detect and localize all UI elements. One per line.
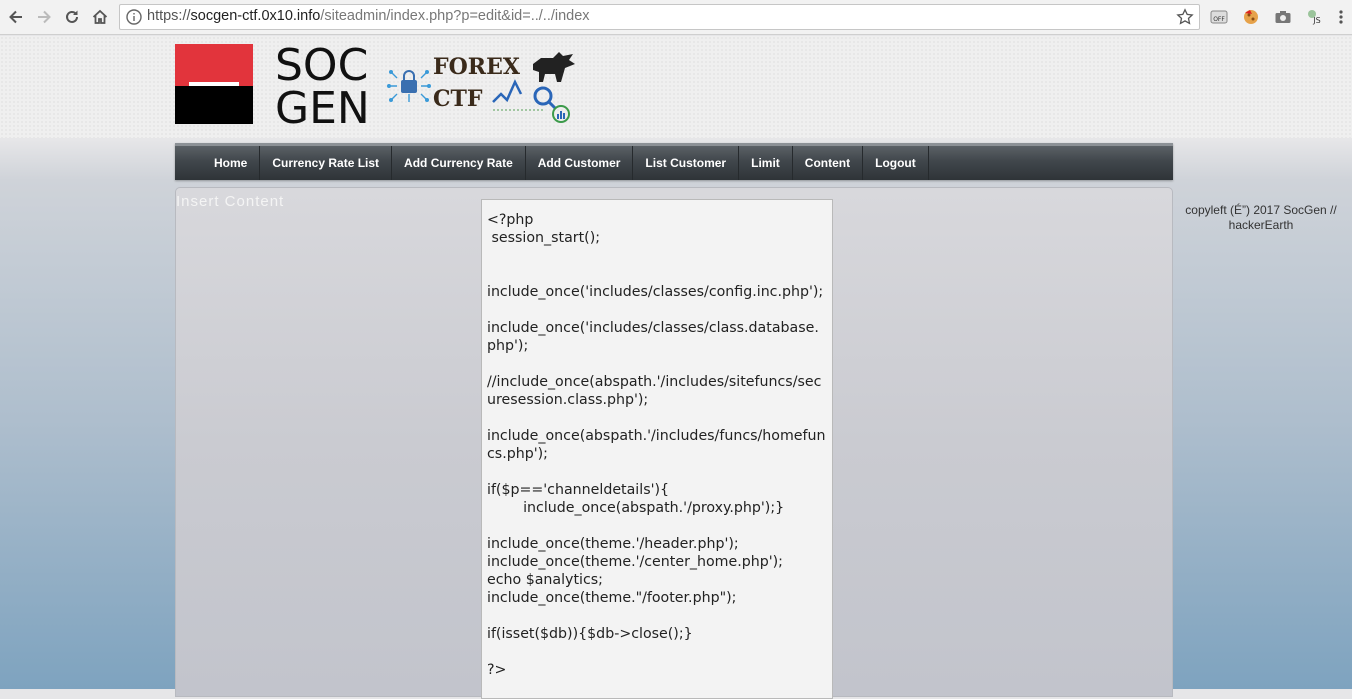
bookmark-star-icon[interactable]	[1176, 8, 1194, 26]
main-nav: Home Currency Rate List Add Currency Rate A…	[175, 143, 1173, 180]
nav-item-add-currency-rate[interactable]: Add Currency Rate	[392, 146, 526, 180]
nav-item-home[interactable]: Home	[202, 146, 261, 180]
bull-icon	[533, 52, 575, 82]
forward-button[interactable]	[31, 4, 57, 30]
nav-item-list-customer[interactable]: List Customer	[633, 146, 740, 180]
socgen-forex-ctf-logo: SOC GEN FOREX CTF	[175, 44, 575, 128]
logo-tag-line2: CTF	[433, 86, 483, 112]
magnifier-icon	[533, 86, 570, 123]
home-button[interactable]	[87, 4, 113, 30]
chart-line-icon	[492, 79, 523, 103]
url-text: https://socgen-ctf.0x10.info/siteadmin/i…	[147, 8, 590, 24]
nav-item-add-customer[interactable]: Add Customer	[526, 146, 634, 180]
content-textarea[interactable]: <?php session_start(); include_once('inc…	[481, 199, 833, 699]
extension-off-icon[interactable]: OFF	[1210, 8, 1228, 26]
panel-title: Insert Content	[176, 193, 285, 210]
url-path: /siteadmin/index.php?p=edit&id=../../ind…	[320, 8, 590, 24]
extension-cookie-icon[interactable]	[1242, 8, 1260, 26]
nav-item-content[interactable]: Content	[793, 146, 864, 180]
copyright-text: copyleft (É”) 2017 SocGen // hackerEarth	[1185, 203, 1337, 232]
browser-toolbar: https://socgen-ctf.0x10.info/siteadmin/i…	[0, 0, 1352, 35]
nav-item-currency-rate-list[interactable]: Currency Rate List	[260, 146, 393, 180]
reload-icon	[66, 10, 78, 23]
camera-icon[interactable]	[1274, 8, 1292, 26]
address-bar[interactable]: https://socgen-ctf.0x10.info/siteadmin/i…	[119, 4, 1200, 30]
logo-tag-line1: FOREX	[433, 54, 521, 80]
nav-item-limit[interactable]: Limit	[739, 146, 793, 180]
logo-brand-line2: GEN	[275, 83, 370, 128]
svg-text:OFF: OFF	[1213, 16, 1225, 23]
forward-arrow-icon	[38, 10, 51, 24]
reload-button[interactable]	[59, 4, 85, 30]
info-icon[interactable]	[126, 9, 142, 25]
nav-item-logout[interactable]: Logout	[863, 146, 929, 180]
circuit-lock-icon	[387, 70, 431, 102]
back-button[interactable]	[3, 4, 29, 30]
back-arrow-icon	[9, 10, 22, 24]
svg-text:JS: JS	[1312, 16, 1320, 25]
home-icon	[92, 9, 108, 24]
url-host: socgen-ctf.0x10.info	[190, 8, 321, 24]
menu-dots-icon[interactable]	[1332, 8, 1350, 26]
url-scheme: https://	[147, 8, 191, 24]
extension-js-icon[interactable]: JS	[1306, 8, 1324, 26]
